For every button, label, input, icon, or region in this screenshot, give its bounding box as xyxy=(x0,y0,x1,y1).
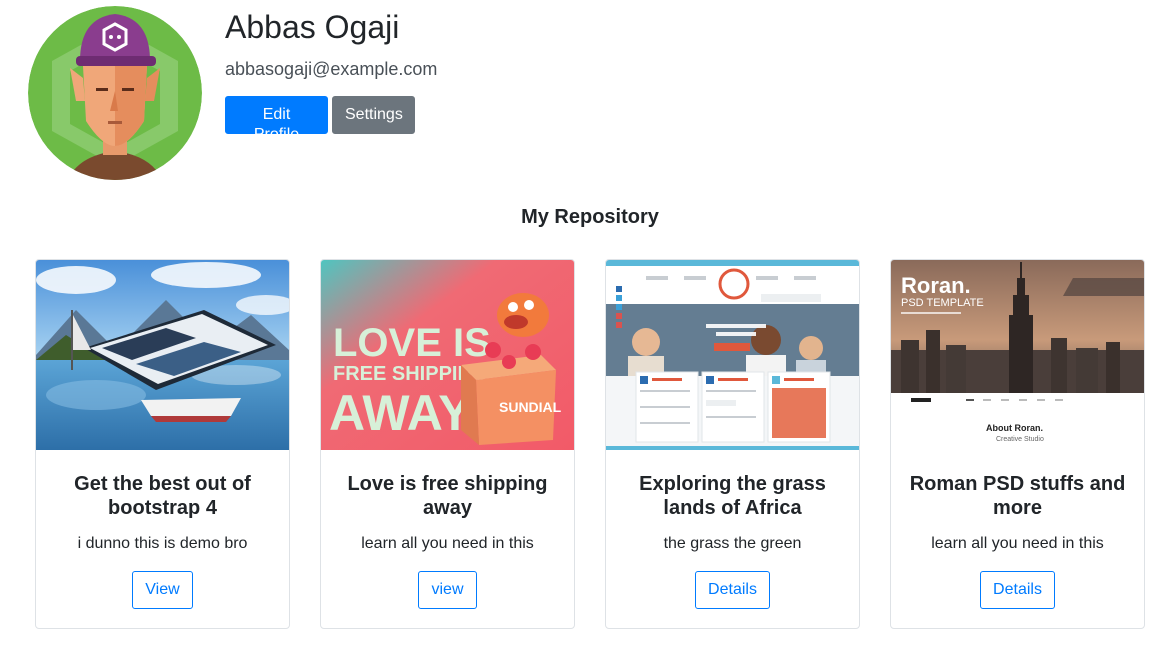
card-text: the grass the green xyxy=(663,535,802,552)
profile-info: Abbas Ogaji abbasogaji@example.com Edit … xyxy=(225,8,438,143)
avatar xyxy=(28,6,202,180)
card-image xyxy=(606,260,859,450)
details-button[interactable]: Details xyxy=(695,571,770,609)
card-image-headline: LOVE IS xyxy=(333,321,491,365)
card-title: Get the best out of bootstrap 4 xyxy=(74,473,251,519)
view-button[interactable]: view xyxy=(418,571,477,609)
card-text: learn all you need in this xyxy=(361,535,534,552)
details-button[interactable]: Details xyxy=(980,571,1055,609)
card-image-tagline: AWAY xyxy=(329,385,472,441)
view-button[interactable]: View xyxy=(132,571,193,609)
profile-actions: Edit Profile Settings xyxy=(225,96,437,143)
card-image-brand: SUNDIAL xyxy=(499,399,562,415)
repository-card: LOVE IS FREE SHIPPING AWAY SUNDIAL Love … xyxy=(320,259,575,629)
card-title: Love is free shipping away xyxy=(347,473,548,519)
card-title: Exploring the grass lands of Africa xyxy=(639,473,826,519)
section-title: My Repository xyxy=(521,206,659,228)
card-image-studio: Creative Studio xyxy=(996,436,1044,443)
card-image-brand: Roran. xyxy=(901,273,971,298)
repository-card: Get the best out of bootstrap 4 i dunno … xyxy=(35,259,290,629)
card-image: LOVE IS FREE SHIPPING AWAY SUNDIAL xyxy=(321,260,574,450)
card-image xyxy=(36,260,289,450)
repository-card: Exploring the grass lands of Africa the … xyxy=(605,259,860,629)
settings-button[interactable]: Settings xyxy=(332,96,415,134)
edit-profile-button[interactable]: Edit Profile xyxy=(225,96,328,143)
profile-email: abbasogaji@example.com xyxy=(225,59,438,79)
card-title: Roman PSD stuffs and more xyxy=(909,473,1126,519)
card-text: learn all you need in this xyxy=(931,535,1104,552)
card-text: i dunno this is demo bro xyxy=(77,535,248,552)
card-image-about: About Roran. xyxy=(986,423,1043,433)
profile-name: Abbas Ogaji xyxy=(225,9,400,45)
repository-card: Roran. PSD TEMPLATE About Roran. Creativ… xyxy=(890,259,1145,629)
card-image: Roran. PSD TEMPLATE About Roran. Creativ… xyxy=(891,260,1144,450)
card-image-subtitle: PSD TEMPLATE xyxy=(901,297,984,309)
